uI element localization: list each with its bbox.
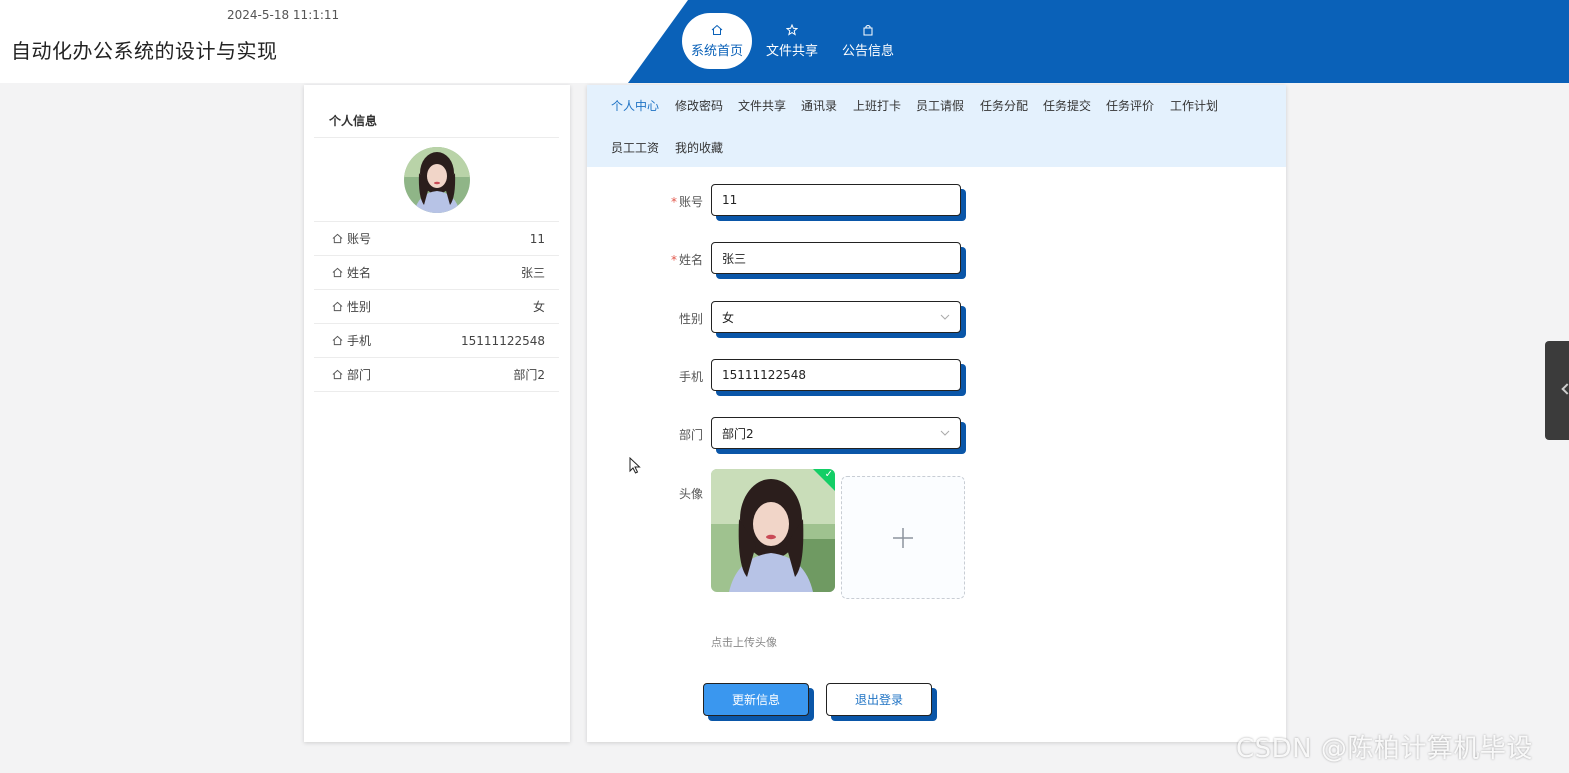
department-label: 部门 <box>678 428 703 442</box>
tab-task-submit[interactable]: 任务提交 <box>1043 97 1091 114</box>
home-icon <box>332 267 343 278</box>
tab-bar: 个人中心 修改密码 文件共享 通讯录 上班打卡 员工请假 任务分配 任务提交 任… <box>587 85 1286 167</box>
account-field[interactable]: 11 <box>711 184 961 216</box>
chevron-down-icon <box>940 314 950 320</box>
mouse-cursor-icon <box>629 457 641 474</box>
gender-select[interactable]: 女 <box>711 301 961 333</box>
avatar-preview[interactable]: ✓ <box>711 469 835 592</box>
tab-leave-request[interactable]: 员工请假 <box>916 97 964 114</box>
row-label: 姓名 <box>347 266 372 280</box>
home-icon <box>711 24 723 35</box>
watermark: CSDN @陈柏计算机毕设 <box>1236 734 1533 764</box>
profile-row-name: 姓名 张三 <box>314 256 559 290</box>
nav-item-home[interactable]: 系统首页 <box>682 13 752 69</box>
plus-icon <box>893 527 913 548</box>
top-header: 2024-5-18 11:1:11 自动化办公系统的设计与实现 系统首页 文件共… <box>0 0 1569 83</box>
phone-label: 手机 <box>678 370 703 384</box>
home-icon <box>332 369 343 380</box>
tab-personal-center[interactable]: 个人中心 <box>611 97 659 114</box>
tab-task-assign[interactable]: 任务分配 <box>980 97 1028 114</box>
row-value: 15111122548 <box>461 333 545 348</box>
name-label: * 姓名 <box>670 253 703 267</box>
logout-button[interactable]: 退出登录 <box>826 683 932 716</box>
home-icon <box>332 335 343 346</box>
nav-item-announcements[interactable]: 公告信息 <box>832 13 904 69</box>
row-value: 11 <box>529 231 545 246</box>
nav-item-file-share[interactable]: 文件共享 <box>756 13 828 69</box>
side-drawer-toggle[interactable] <box>1545 341 1569 440</box>
tab-work-plan[interactable]: 工作计划 <box>1170 97 1218 114</box>
nav-label: 文件共享 <box>765 43 818 59</box>
upload-hint: 点击上传头像 <box>711 636 777 649</box>
tab-change-password[interactable]: 修改密码 <box>675 97 723 114</box>
datetime-display: 2024-5-18 11:1:11 <box>227 8 340 22</box>
chevron-left-icon <box>1561 383 1569 395</box>
account-label: * 账号 <box>670 195 703 209</box>
row-value: 女 <box>532 300 545 314</box>
home-icon <box>332 301 343 312</box>
tab-task-review[interactable]: 任务评价 <box>1106 97 1154 114</box>
tab-contacts[interactable]: 通讯录 <box>801 97 837 114</box>
profile-card-title: 个人信息 <box>329 114 378 128</box>
profile-row-department: 部门 部门2 <box>314 358 559 392</box>
gender-label: 性别 <box>678 312 703 326</box>
row-value: 张三 <box>520 266 545 280</box>
profile-row-gender: 性别 女 <box>314 290 559 324</box>
phone-field[interactable]: 15111122548 <box>711 359 961 391</box>
bag-icon <box>863 24 873 35</box>
row-value: 部门2 <box>513 368 545 382</box>
nav-label: 系统首页 <box>690 43 743 59</box>
profile-row-phone: 手机 15111122548 <box>314 324 559 358</box>
nav-label: 公告信息 <box>841 43 894 59</box>
profile-row-account: 账号 11 <box>314 222 559 256</box>
app-title: 自动化办公系统的设计与实现 <box>11 39 278 63</box>
chevron-down-icon <box>940 430 950 436</box>
department-select[interactable]: 部门2 <box>711 417 961 449</box>
avatar-label: 头像 <box>678 487 703 501</box>
home-icon <box>332 233 343 244</box>
avatar-upload-button[interactable] <box>841 476 965 599</box>
avatar <box>404 147 470 213</box>
name-field[interactable]: 张三 <box>711 242 961 274</box>
row-label: 账号 <box>347 232 372 246</box>
personal-center-panel: 个人中心 修改密码 文件共享 通讯录 上班打卡 员工请假 任务分配 任务提交 任… <box>587 85 1286 742</box>
tab-file-share[interactable]: 文件共享 <box>738 97 786 114</box>
divider <box>314 137 559 138</box>
check-icon: ✓ <box>824 469 833 480</box>
row-label: 性别 <box>347 300 372 314</box>
row-label: 部门 <box>347 368 372 382</box>
tab-clock-in[interactable]: 上班打卡 <box>853 97 901 114</box>
star-icon <box>786 23 798 36</box>
tab-favorites[interactable]: 我的收藏 <box>675 139 723 156</box>
tab-salary[interactable]: 员工工资 <box>611 139 659 156</box>
main-nav: 系统首页 文件共享 公告信息 <box>682 13 904 69</box>
profile-card: 个人信息 账号 11 姓名 张三 性别 女 手机 15111122548 部门 … <box>304 85 570 742</box>
update-info-button[interactable]: 更新信息 <box>703 683 809 716</box>
row-label: 手机 <box>347 334 372 348</box>
